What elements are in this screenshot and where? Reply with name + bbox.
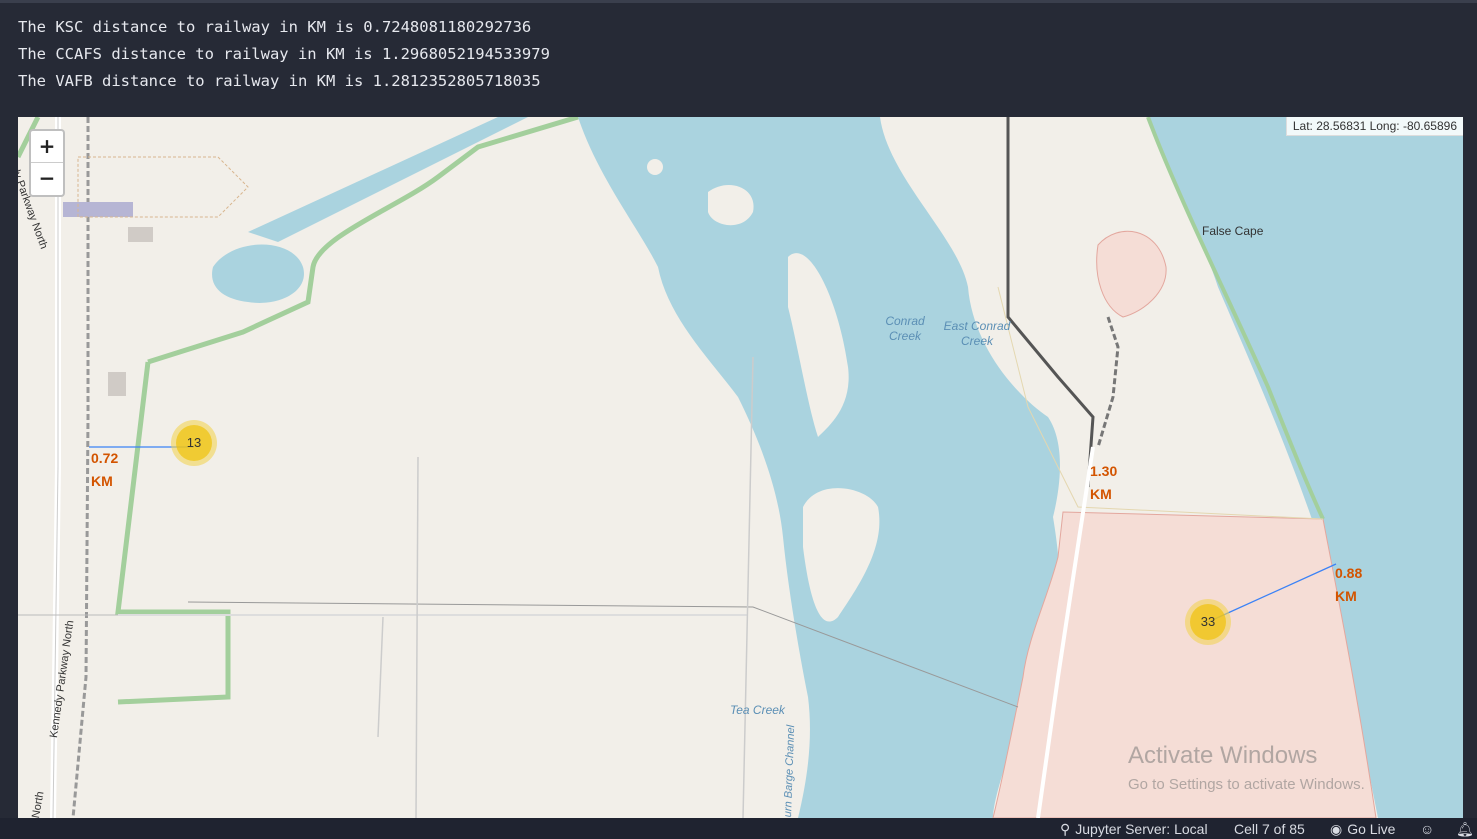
distance-label-coast: 0.88 KM (1335, 562, 1395, 608)
jupyter-server-label: Jupyter Server: Local (1075, 821, 1208, 837)
distance-value: 0.88 (1335, 565, 1363, 581)
folium-map[interactable]: + − Lat: 28.56831 Long: -80.65896 13 33 … (18, 117, 1463, 818)
zoom-control: + − (29, 129, 65, 197)
zoom-out-button[interactable]: − (31, 163, 63, 194)
output-line-ksc: The KSC distance to railway in KM is 0.7… (18, 18, 532, 36)
water-label-east-conrad-creek: East Conrad Creek (943, 319, 1011, 348)
jupyter-server-status[interactable]: ⚲ Jupyter Server: Local (1060, 821, 1208, 838)
cell-position-status[interactable]: Cell 7 of 85 (1234, 821, 1305, 837)
output-line-ccafs: The CCAFS distance to railway in KM is 1… (18, 45, 550, 63)
marker-cluster-ksc[interactable]: 13 (171, 420, 217, 466)
cluster-count: 33 (1190, 604, 1226, 640)
distance-value: 0.72 (91, 450, 119, 466)
place-label-false-cape: False Cape (1202, 224, 1264, 238)
top-border (0, 0, 1477, 3)
cluster-count: 13 (176, 425, 212, 461)
distance-label-ccafs: 1.30 KM (1090, 460, 1150, 506)
marker-cluster-ccafs[interactable]: 33 (1185, 599, 1231, 645)
water-label-conrad-creek: Conrad Creek (885, 314, 925, 343)
water-label-tea-creek: Tea Creek (730, 703, 785, 717)
distance-unit: KM (1335, 588, 1357, 604)
activation-watermark-title: Activate Windows (1128, 742, 1318, 769)
output-line-vafb: The VAFB distance to railway in KM is 1.… (18, 72, 541, 90)
distance-label-ksc: 0.72 KM (91, 447, 151, 493)
cell-output: The KSC distance to railway in KM is 0.7… (18, 14, 550, 95)
mouse-position-readout: Lat: 28.56831 Long: -80.65896 (1285, 117, 1463, 136)
feedback-icon[interactable]: ☺ (1420, 821, 1434, 837)
distance-value: 1.30 (1090, 463, 1118, 479)
broadcast-icon: ◉ (1330, 821, 1343, 837)
go-live-button[interactable]: ◉ Go Live (1330, 821, 1395, 838)
notifications-bell-icon[interactable]: 🔔︎ (1456, 821, 1474, 838)
status-bar: ⚲ Jupyter Server: Local Cell 7 of 85 ◉ Go … (0, 818, 1477, 839)
distance-unit: KM (91, 473, 113, 489)
go-live-label: Go Live (1347, 821, 1396, 837)
activation-watermark-subtitle: Go to Settings to activate Windows. (1128, 776, 1365, 793)
distance-unit: KM (1090, 486, 1112, 502)
server-plug-icon: ⚲ (1060, 821, 1071, 837)
zoom-in-button[interactable]: + (31, 131, 63, 163)
